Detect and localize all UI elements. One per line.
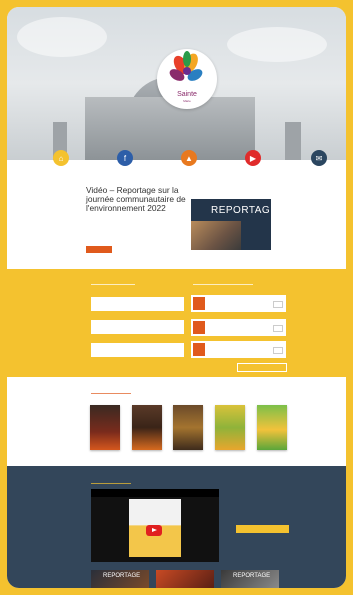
logo-name: Sainte xyxy=(177,91,197,98)
reportage-image[interactable]: REPORTAGE xyxy=(191,199,271,250)
flower-logo-icon xyxy=(169,51,203,81)
feature-title[interactable]: Vidéo – Reportage sur la journée communa… xyxy=(86,186,186,213)
agenda-item[interactable] xyxy=(191,295,286,312)
facebook-icon: f xyxy=(117,150,133,166)
video-thumbnail[interactable]: REPORTAGE xyxy=(221,570,279,588)
magazine-cover[interactable] xyxy=(132,405,162,450)
newsletter-icon: ✉ xyxy=(311,150,327,166)
reportage-title: REPORTAGE xyxy=(211,205,271,216)
heading-underline xyxy=(91,483,131,484)
cloud xyxy=(227,27,327,62)
news-item[interactable] xyxy=(91,320,184,334)
agenda-item[interactable] xyxy=(191,319,286,336)
nav-item-facebook[interactable]: f xyxy=(105,150,145,168)
video-player[interactable] xyxy=(91,489,219,562)
agenda-date-badge xyxy=(193,343,205,356)
heading-underline xyxy=(193,284,253,285)
video-thumbnail[interactable] xyxy=(156,570,214,588)
agenda-date-badge xyxy=(193,297,205,310)
cloud xyxy=(17,17,107,57)
youtube-icon: ▶ xyxy=(245,150,261,166)
agenda-item[interactable] xyxy=(191,341,286,358)
all-videos-button[interactable] xyxy=(236,525,289,533)
read-more-button[interactable] xyxy=(86,246,112,253)
heading-underline xyxy=(91,393,131,394)
thumbnail-title: REPORTAGE xyxy=(103,573,141,579)
quick-nav: ⌂ f ▲ ▶ ✉ xyxy=(7,150,346,178)
agenda-more-button[interactable] xyxy=(273,347,283,354)
thumbnail-title: REPORTAGE xyxy=(233,573,271,579)
player-title-bar xyxy=(91,489,219,497)
crowd-photo xyxy=(191,221,241,250)
nav-item-town-hall[interactable]: ▲ xyxy=(169,150,209,168)
agenda-all-button[interactable] xyxy=(237,363,287,372)
heading-underline xyxy=(91,284,135,285)
video-thumbnail[interactable]: REPORTAGE xyxy=(91,570,149,588)
device-frame: Sainte Marie ⌂ f ▲ ▶ ✉ Vidéo – Reportage… xyxy=(4,4,349,591)
site-logo[interactable]: Sainte Marie xyxy=(157,49,217,109)
agenda-date-badge xyxy=(193,321,205,334)
town-hall-icon: ▲ xyxy=(181,150,197,166)
hero-banner: Sainte Marie xyxy=(7,7,346,160)
magazine-cover[interactable] xyxy=(173,405,203,450)
home-icon: ⌂ xyxy=(53,150,69,166)
nav-item-newsletter[interactable]: ✉ xyxy=(299,150,339,168)
nav-item-home[interactable]: ⌂ xyxy=(41,150,81,168)
play-icon[interactable] xyxy=(146,525,162,536)
nav-item-youtube[interactable]: ▶ xyxy=(233,150,273,168)
magazine-cover[interactable] xyxy=(90,405,120,450)
logo-sub: Marie xyxy=(183,99,191,103)
news-item[interactable] xyxy=(91,297,184,311)
agenda-more-button[interactable] xyxy=(273,301,283,308)
website-page: Sainte Marie ⌂ f ▲ ▶ ✉ Vidéo – Reportage… xyxy=(7,7,346,588)
magazine-cover[interactable] xyxy=(215,405,245,450)
magazine-cover[interactable] xyxy=(257,405,287,450)
agenda-more-button[interactable] xyxy=(273,325,283,332)
news-item[interactable] xyxy=(91,343,184,357)
